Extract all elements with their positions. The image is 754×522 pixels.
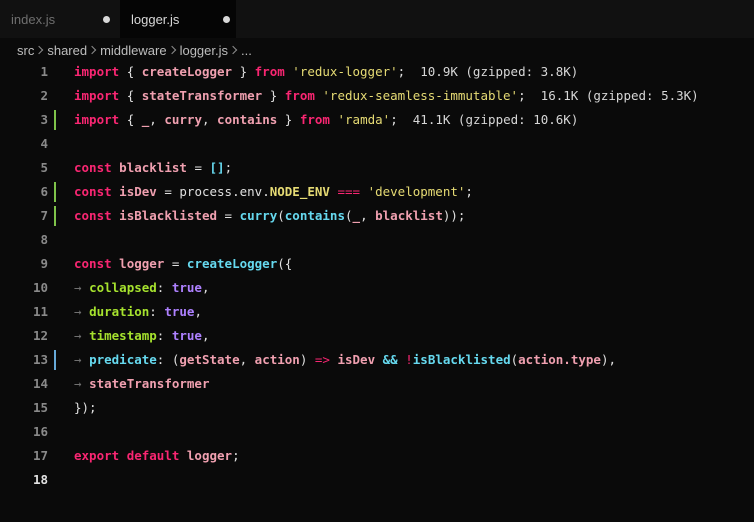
code-text[interactable]: → stateTransformer (74, 372, 209, 396)
tab-logger-js[interactable]: logger.js (120, 0, 236, 38)
code-editor-window: index.js logger.js src shared middleware… (0, 0, 754, 522)
indent-guide-icon: → (74, 328, 82, 343)
chevron-right-icon (167, 45, 176, 54)
tab-index-js[interactable]: index.js (11, 0, 120, 38)
code-line[interactable]: 1 import { createLogger } from 'redux-lo… (0, 60, 754, 84)
editor-tab-bar: index.js logger.js (0, 0, 754, 38)
code-text[interactable]: export default logger; (74, 444, 240, 468)
line-number: 8 (40, 232, 48, 247)
indent-guide-icon: → (74, 376, 82, 391)
line-number: 14 (32, 376, 48, 391)
unsaved-dot-icon[interactable] (223, 16, 230, 23)
line-number: 10 (32, 280, 48, 295)
code-line[interactable]: 12 → timestamp: true, (0, 324, 754, 348)
indent-guide-icon: → (74, 280, 82, 295)
breadcrumb-item[interactable]: ... (241, 43, 252, 58)
code-line[interactable]: 13 → predicate: (getState, action) => is… (0, 348, 754, 372)
code-line[interactable]: 2 import { stateTransformer } from 'redu… (0, 84, 754, 108)
line-number: 18 (32, 472, 48, 487)
code-line[interactable]: 7 const isBlacklisted = curry(contains(_… (0, 204, 754, 228)
code-line[interactable]: 10 → collapsed: true, (0, 276, 754, 300)
code-text[interactable]: import { _, curry, contains } from 'ramd… (74, 108, 578, 132)
code-text[interactable]: const isDev = process.env.NODE_ENV === '… (74, 180, 473, 204)
code-line[interactable]: 6 const isDev = process.env.NODE_ENV ===… (0, 180, 754, 204)
line-number: 1 (40, 64, 48, 79)
indent-guide-icon: → (74, 304, 82, 319)
code-text[interactable]: const logger = createLogger({ (74, 252, 292, 276)
breadcrumb-item[interactable]: logger.js (180, 43, 228, 58)
code-text[interactable]: → predicate: (getState, action) => isDev… (74, 348, 616, 372)
code-line[interactable]: 14 → stateTransformer (0, 372, 754, 396)
line-number: 2 (40, 88, 48, 103)
code-line[interactable]: 8 (0, 228, 754, 252)
code-line[interactable]: 5 const blacklist = []; (0, 156, 754, 180)
line-number: 12 (32, 328, 48, 343)
code-text[interactable]: const blacklist = []; (74, 156, 232, 180)
code-text[interactable]: const isBlacklisted = curry(contains(_, … (74, 204, 465, 228)
code-line[interactable]: 4 (0, 132, 754, 156)
unsaved-dot-icon[interactable] (103, 16, 110, 23)
code-text[interactable]: import { stateTransformer } from 'redux-… (74, 84, 699, 108)
code-text[interactable]: → timestamp: true, (74, 324, 210, 348)
code-line[interactable]: 15 }); (0, 396, 754, 420)
line-number: 7 (40, 208, 48, 223)
line-number: 3 (40, 112, 48, 127)
tab-label: logger.js (131, 11, 180, 27)
git-change-indicator (54, 350, 56, 370)
code-editor[interactable]: 1 import { createLogger } from 'redux-lo… (0, 60, 754, 522)
line-number: 13 (32, 352, 48, 367)
breadcrumb-item[interactable]: shared (47, 43, 87, 58)
code-line[interactable]: 17 export default logger; (0, 444, 754, 468)
indent-guide-icon: → (74, 352, 82, 367)
line-number: 9 (40, 256, 48, 271)
code-text[interactable]: → duration: true, (74, 300, 202, 324)
breadcrumb-item[interactable]: src (17, 43, 34, 58)
code-line[interactable]: 16 (0, 420, 754, 444)
current-code-line[interactable]: 18 (0, 468, 754, 492)
git-change-indicator (54, 182, 56, 202)
git-change-indicator (54, 206, 56, 226)
chevron-right-icon (87, 45, 97, 54)
code-line[interactable]: 11 → duration: true, (0, 300, 754, 324)
code-text[interactable]: }); (74, 396, 97, 420)
code-line[interactable]: 9 const logger = createLogger({ (0, 252, 754, 276)
chevron-right-icon (35, 45, 44, 54)
line-number: 4 (40, 136, 48, 151)
code-text[interactable]: → collapsed: true, (74, 276, 210, 300)
line-number: 15 (32, 400, 48, 415)
git-change-indicator (54, 110, 56, 130)
chevron-right-icon (228, 45, 238, 54)
line-number: 6 (40, 184, 48, 199)
code-text[interactable]: import { createLogger } from 'redux-logg… (74, 60, 578, 84)
breadcrumb: src shared middleware logger.js ... (17, 40, 252, 60)
tab-label: index.js (11, 11, 56, 27)
line-number: 16 (32, 424, 48, 439)
line-number: 11 (32, 304, 48, 319)
line-number: 17 (32, 448, 48, 463)
line-number: 5 (40, 160, 48, 175)
breadcrumb-item[interactable]: middleware (100, 43, 166, 58)
code-line[interactable]: 3 import { _, curry, contains } from 'ra… (0, 108, 754, 132)
